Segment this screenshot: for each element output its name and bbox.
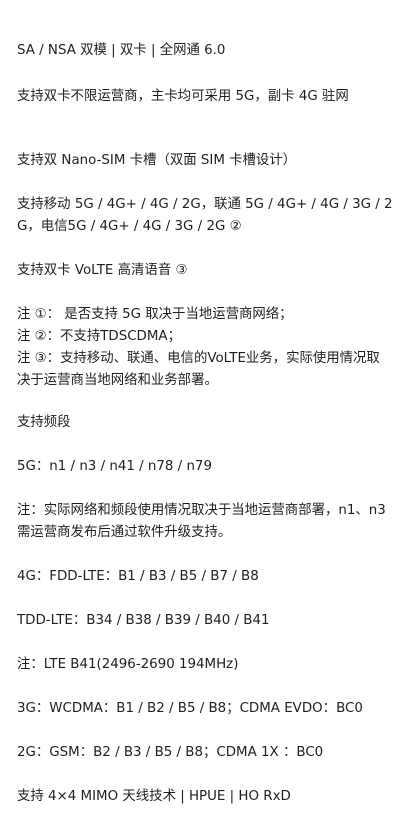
band-5g-line: 5G：n1 / n3 / n41 / n78 / n79 — [17, 459, 212, 474]
band-2g-line: 2G：GSM：B2 / B3 / B5 / B8；CDMA 1X ：BC0 — [17, 745, 324, 760]
spec-document: SA / NSA 双模 | 双卡 | 全网通 6.0 支持双卡不限运营商，主卡均… — [0, 0, 413, 820]
sim-slot-line: 支持双 Nano-SIM 卡槽（双面 SIM 卡槽设计） — [17, 153, 297, 168]
note-2: 注 ②：不支持TDSCDMA； — [17, 329, 181, 344]
volte-line: 支持双卡 VoLTE 高清语音 ③ — [17, 263, 188, 278]
note-3: 注 ③：支持移动、联通、电信的VoLTE业务，实际使用情况取决于运营商当地网络和… — [17, 351, 380, 388]
band-note-lte-line: 注：LTE B41(2496-2690 194MHz) — [17, 657, 239, 672]
band-3g-line: 3G：WCDMA：B1 / B2 / B5 / B8；CDMA EVDO：BC0 — [17, 701, 363, 716]
band-4g-fdd-line: 4G：FDD-LTE：B1 / B3 / B5 / B7 / B8 — [17, 569, 259, 584]
note-1: 注 ①： 是否支持 5G 取决于当地运营商网络； — [17, 307, 293, 322]
band-note-line: 注：实际网络和频段使用情况取决于当地运营商部署，n1、n3 需运营商发布后通过软… — [17, 503, 386, 540]
dual-card-line: 支持双卡不限运营商，主卡均可采用 5G，副卡 4G 驻网 — [17, 89, 349, 104]
carriers-line: 支持移动 5G / 4G+ / 4G / 2G，联通 5G / 4G+ / 4G… — [17, 197, 393, 234]
network-mode-line: SA / NSA 双模 | 双卡 | 全网通 6.0 — [17, 43, 226, 58]
band-tdd-line: TDD-LTE：B34 / B38 / B39 / B40 / B41 — [17, 613, 270, 628]
bands-title: 支持频段 — [17, 415, 71, 430]
mimo-line: 支持 4×4 MIMO 天线技术 | HPUE | HO RxD — [17, 789, 291, 804]
